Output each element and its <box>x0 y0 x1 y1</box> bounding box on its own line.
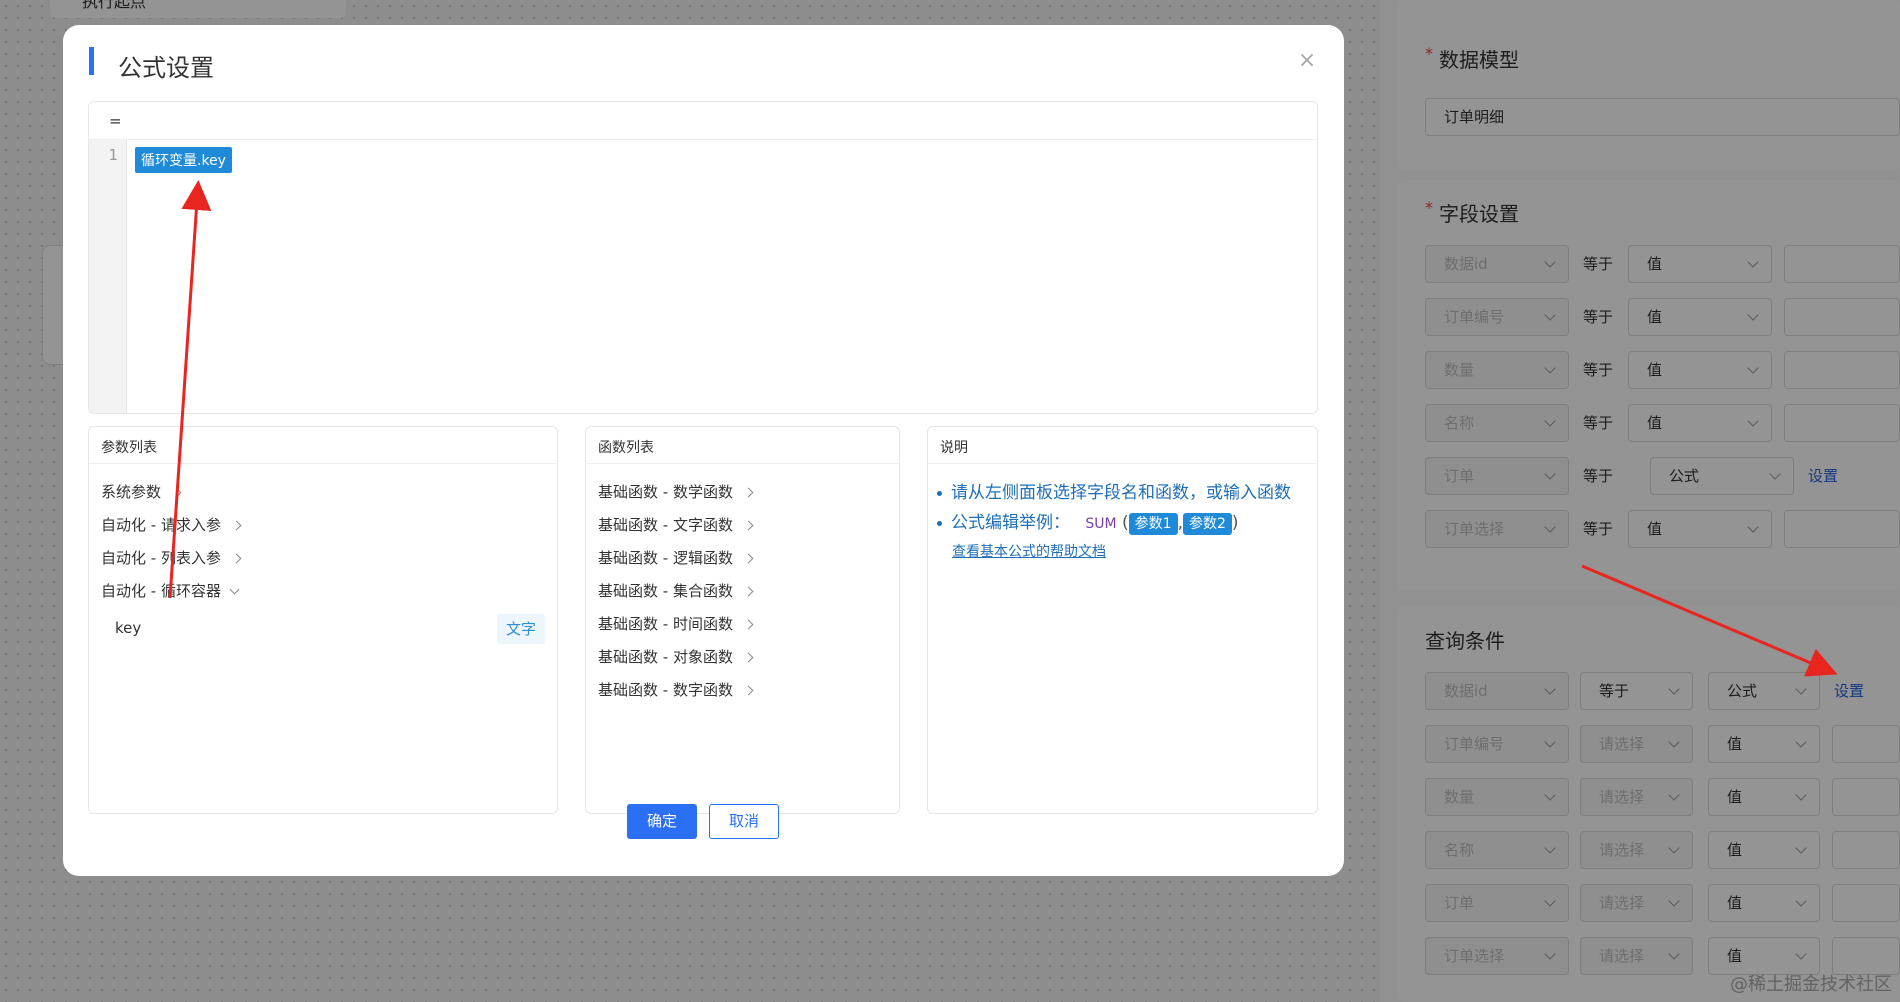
example-function-name: SUM <box>1085 516 1117 532</box>
chevron-right-icon <box>743 619 754 630</box>
confirm-button[interactable]: 确定 <box>627 804 697 839</box>
chevron-right-icon <box>231 553 242 564</box>
code-line[interactable]: 循环变量.key <box>135 147 232 173</box>
params-panel-header: 参数列表 <box>89 427 557 464</box>
cancel-button[interactable]: 取消 <box>709 804 779 839</box>
example-arg-1: 参数1 <box>1128 513 1178 535</box>
chevron-right-icon <box>171 487 182 498</box>
chevron-down-icon <box>229 584 240 595</box>
functions-panel-header: 函数列表 <box>586 427 899 464</box>
close-icon[interactable]: × <box>1296 50 1318 73</box>
chevron-right-icon <box>743 586 754 597</box>
example-line: 公式编辑举例： SUM (参数1, 参数2) <box>933 508 1312 539</box>
chevron-right-icon <box>743 520 754 531</box>
param-item-request-input[interactable]: 自动化 - 请求入参 <box>101 509 545 542</box>
param-sub-item-key[interactable]: key 文字 <box>101 612 545 645</box>
example-arg-2: 参数2 <box>1183 513 1232 535</box>
line-number: 1 <box>108 146 118 164</box>
function-item[interactable]: 基础函数 - 时间函数 <box>598 608 887 641</box>
title-accent-bar <box>89 47 94 75</box>
formula-editor[interactable]: = 1 循环变量.key <box>88 101 1318 414</box>
function-item[interactable]: 基础函数 - 数字函数 <box>598 674 887 707</box>
functions-panel: 函数列表 基础函数 - 数学函数 基础函数 - 文字函数 基础函数 - 逻辑函数 基础… <box>585 426 900 814</box>
chevron-right-icon <box>743 685 754 696</box>
description-panel: 说明 请从左侧面板选择字段名和函数，或输入函数 公式编辑举例： SUM (参数1… <box>927 426 1318 814</box>
chevron-right-icon <box>743 652 754 663</box>
function-item[interactable]: 基础函数 - 文字函数 <box>598 509 887 542</box>
chevron-right-icon <box>743 487 754 498</box>
variable-token[interactable]: 循环变量.key <box>135 147 232 173</box>
description-panel-header: 说明 <box>928 427 1317 464</box>
param-item-list-input[interactable]: 自动化 - 列表入参 <box>101 542 545 575</box>
modal-title: 公式设置 <box>118 54 214 82</box>
help-doc-link[interactable]: 查看基本公式的帮助文档 <box>952 539 1312 565</box>
param-item-loop-container[interactable]: 自动化 - 循环容器 <box>101 575 545 608</box>
chevron-right-icon <box>743 553 754 564</box>
line-number-gutter: 1 <box>89 140 127 413</box>
editor-prefix: = <box>89 102 1317 140</box>
function-item[interactable]: 基础函数 - 数学函数 <box>598 476 887 509</box>
function-item[interactable]: 基础函数 - 集合函数 <box>598 575 887 608</box>
function-item[interactable]: 基础函数 - 逻辑函数 <box>598 542 887 575</box>
function-item[interactable]: 基础函数 - 对象函数 <box>598 641 887 674</box>
param-item-system[interactable]: 系统参数 <box>101 476 545 509</box>
params-panel: 参数列表 系统参数 自动化 - 请求入参 自动化 - 列表入参 自动化 - 循环… <box>88 426 558 814</box>
description-line: 请从左侧面板选择字段名和函数，或输入函数 <box>933 478 1312 508</box>
param-type-badge: 文字 <box>496 614 545 644</box>
formula-settings-modal: 公式设置 × = 1 循环变量.key 参数列表 系统参数 自动化 - 请求入参… <box>63 25 1344 876</box>
chevron-right-icon <box>231 520 242 531</box>
